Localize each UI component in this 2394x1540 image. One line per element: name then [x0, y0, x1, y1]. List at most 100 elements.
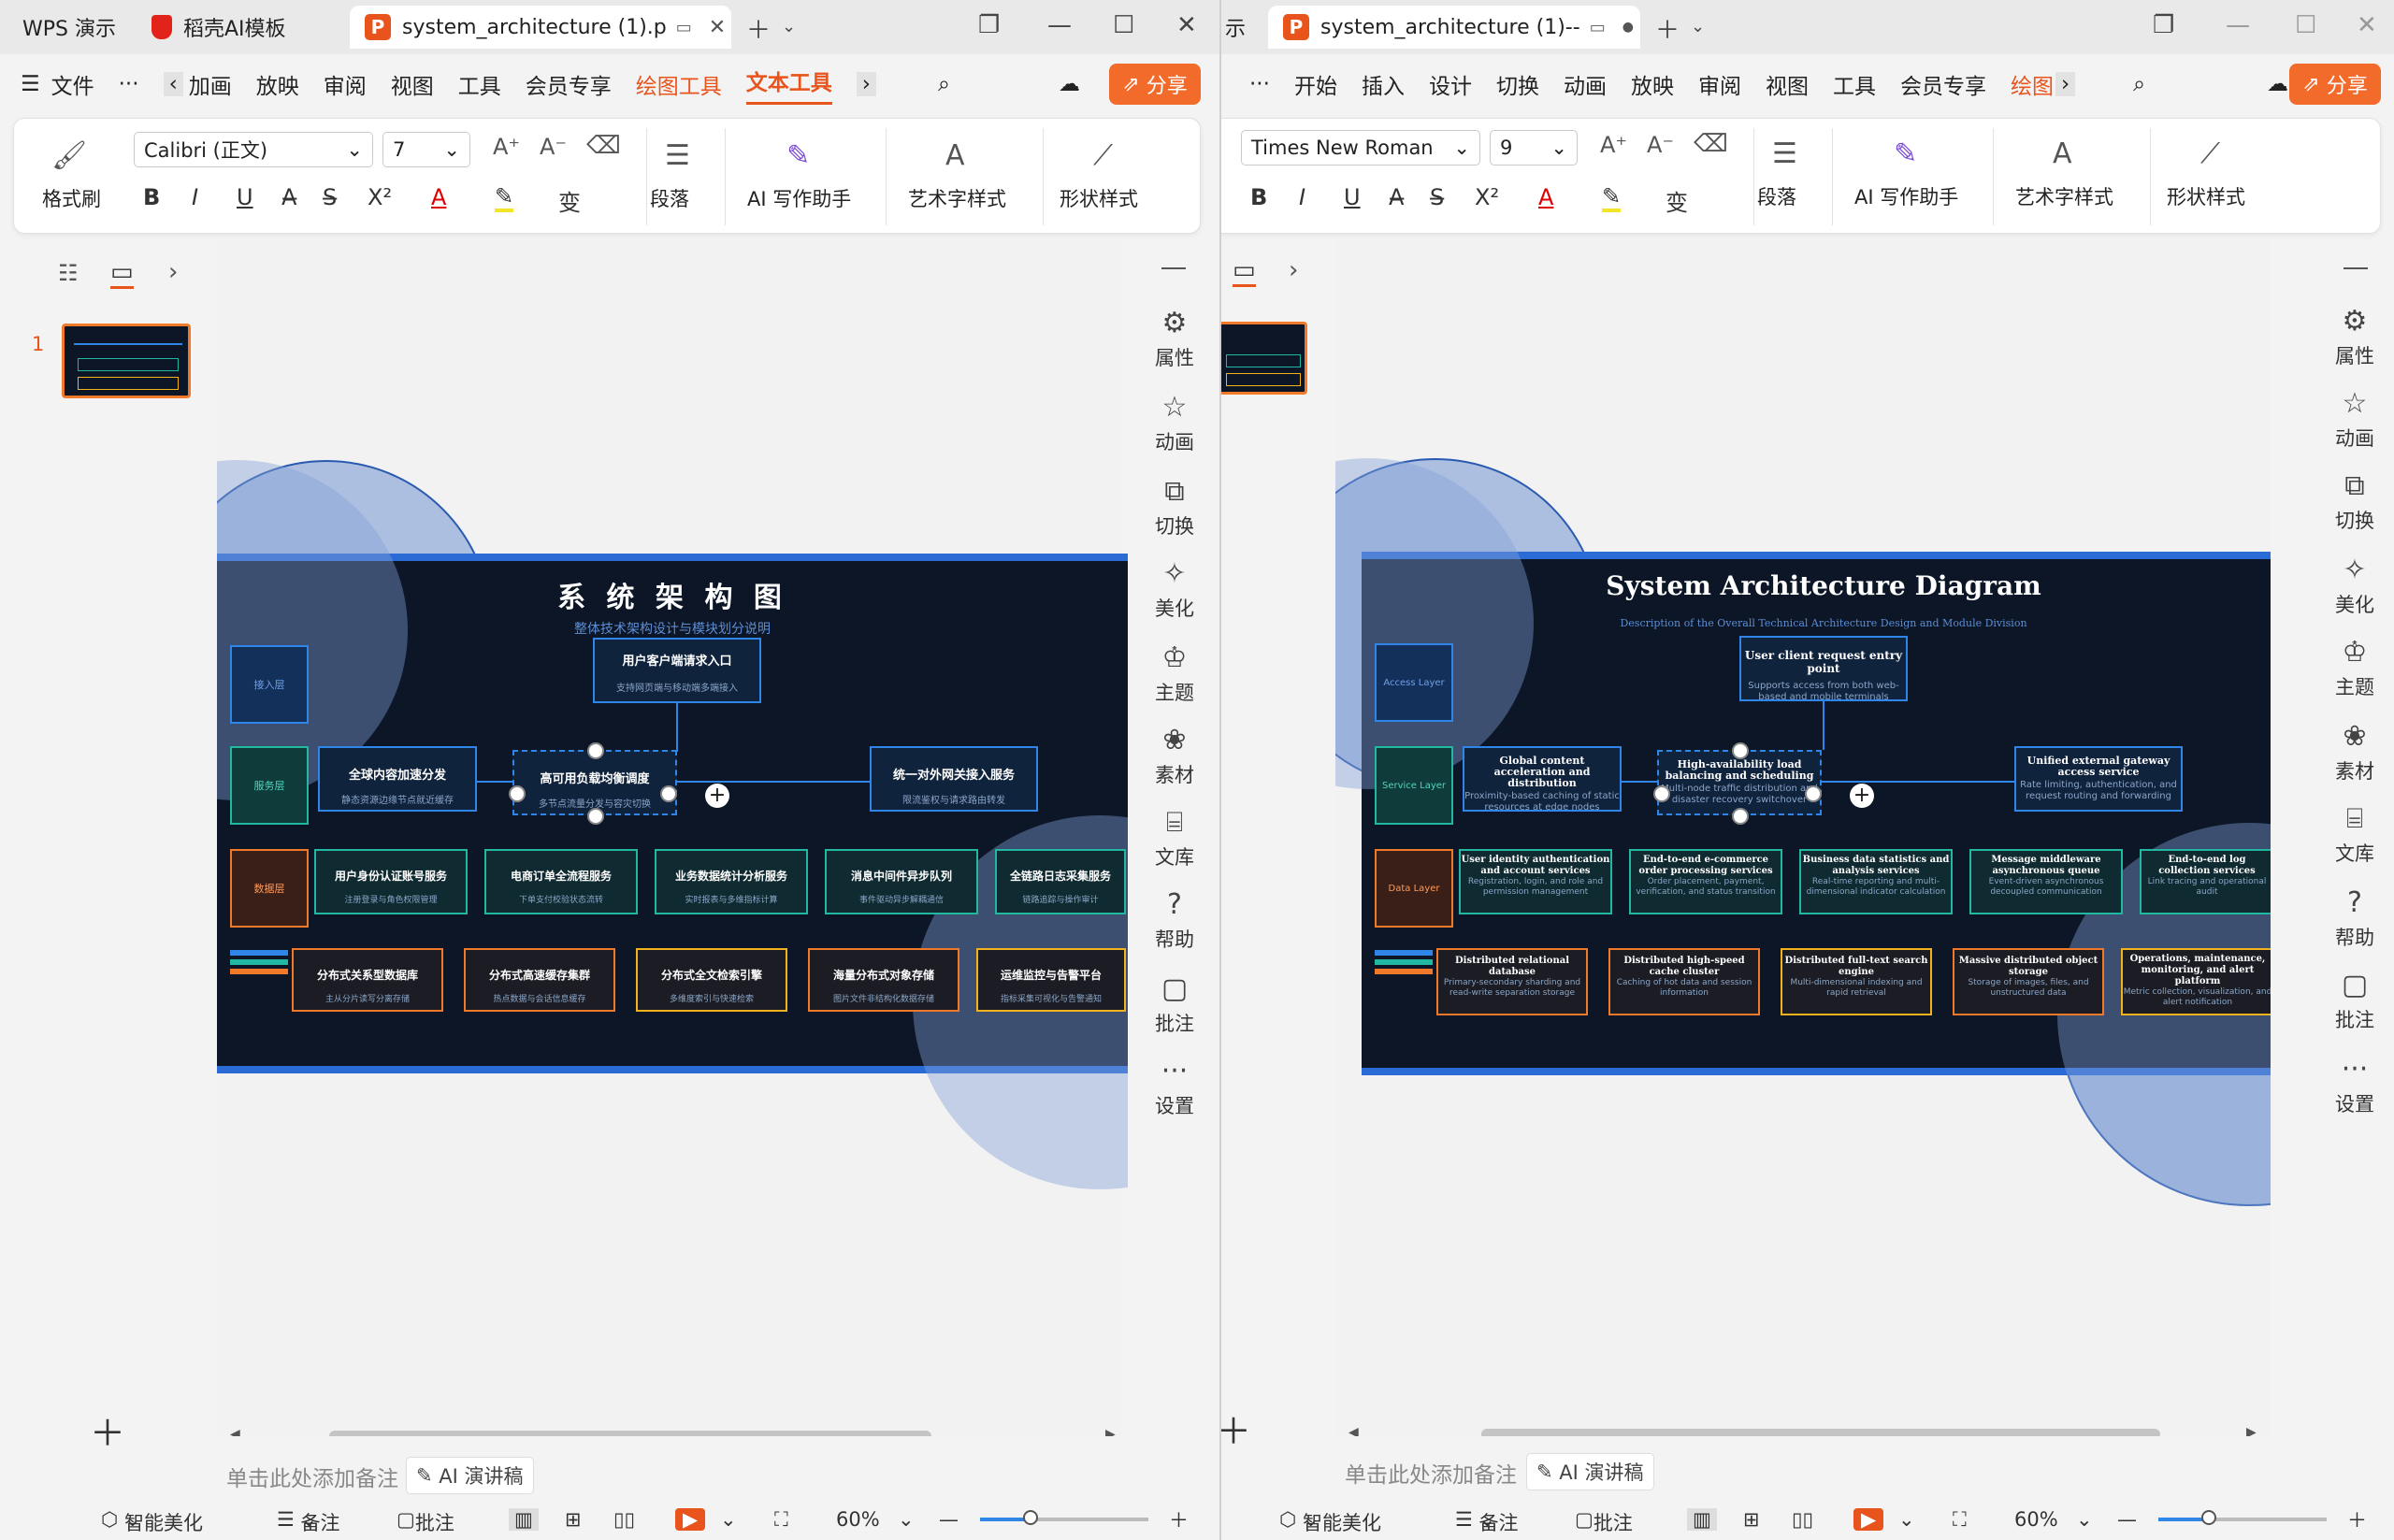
increase-font-icon[interactable]: A⁺ — [493, 134, 520, 160]
tab-list-chevron-icon[interactable]: ⌄ — [782, 17, 796, 36]
node-load-balancer[interactable]: 高可用负载均衡调度 多节点流量分发与容灾切换 — [512, 750, 677, 815]
tab-wps-presentation[interactable]: WPS 演示 — [7, 6, 133, 49]
menu-tools[interactable]: 工具 — [458, 68, 501, 100]
slide-canvas[interactable]: 系 统 架 构 图 整体技术架构设计与模块划分说明 接入层 服务层 数据层 用户… — [217, 460, 1128, 1189]
close-tab-icon[interactable]: ✕ — [709, 16, 726, 39]
expand-pane-icon[interactable]: › — [1289, 256, 1298, 284]
rotate-handle-icon[interactable] — [587, 742, 604, 759]
node-logging[interactable]: 全链路日志采集服务 链路追踪与操作审计 — [995, 849, 1126, 914]
add-shape-icon[interactable]: + — [1850, 784, 1874, 808]
ai-writer-button[interactable]: AI 写作助手 — [747, 184, 851, 212]
shape-style-button[interactable]: 形状样式 — [1060, 184, 1138, 212]
node-cache-cluster[interactable]: Distributed high-speed cache cluster Cac… — [1608, 948, 1760, 1015]
layer-label-data[interactable]: Data Layer — [1375, 849, 1453, 928]
node-monitoring[interactable]: 运维监控与告警平台 指标采集可视化与告警通知 — [976, 948, 1126, 1012]
menu-view[interactable]: 视图 — [1766, 68, 1809, 100]
tool-beautify[interactable]: ✧ 美化 — [1137, 557, 1212, 622]
strikethrough-icon[interactable]: A̶ — [281, 184, 296, 210]
menu-drawing-tools[interactable]: 绘图工具 — [636, 68, 722, 100]
tool-materials[interactable]: ❀ 素材 — [2317, 720, 2392, 784]
highlight-icon[interactable]: ✎ — [495, 184, 514, 212]
more-icon[interactable]: ··· — [1249, 72, 1270, 96]
font-color-icon[interactable]: A — [1538, 184, 1553, 210]
beautify-status-button[interactable]: ⬡ 智能美化 ⌄ — [1279, 1508, 1381, 1534]
clear-format-icon[interactable]: ⌫ — [1694, 130, 1728, 158]
play-slideshow-icon[interactable]: ▶ — [1853, 1508, 1884, 1531]
add-slide-icon[interactable]: ＋ — [90, 1404, 125, 1456]
comments-status-button[interactable]: ▢ 批注 — [1575, 1508, 1633, 1534]
zoom-level[interactable]: 60% — [836, 1508, 880, 1531]
ai-writer-button[interactable]: AI 写作助手 — [1854, 182, 1958, 210]
slide-view-icon[interactable]: ▭ — [110, 258, 134, 289]
more-icon[interactable]: ··· — [119, 72, 139, 96]
share-button[interactable]: ⇗ 分享 — [1109, 64, 1201, 105]
slide-title[interactable]: 系 统 架 构 图 — [217, 574, 1128, 615]
art-text-style-button[interactable]: 艺术字样式 — [908, 184, 1006, 212]
tool-settings[interactable]: ··· 设置 — [1137, 1055, 1212, 1119]
tool-beautify[interactable]: ✧ 美化 — [2317, 554, 2392, 618]
tool-settings[interactable]: ··· 设置 — [2317, 1053, 2392, 1117]
share-button[interactable]: ⇗ 分享 — [2289, 64, 2381, 105]
node-object-storage[interactable]: Massive distributed object storage Stora… — [1953, 948, 2104, 1015]
superscript-icon[interactable]: X² — [368, 184, 392, 210]
tool-comments[interactable]: ▢ 批注 — [1137, 972, 1212, 1037]
menu-text-tools[interactable]: 文本工具 — [745, 65, 832, 105]
tool-animation[interactable]: ☆ 动画 — [1137, 391, 1212, 455]
close-window-icon[interactable]: ✕ — [1176, 11, 1197, 39]
notes-placeholder[interactable]: 单击此处添加备注 — [226, 1461, 398, 1492]
reading-view-icon[interactable]: ▯▯ — [613, 1508, 635, 1531]
node-cdn[interactable]: Global content acceleration and distribu… — [1463, 746, 1622, 812]
font-family-select[interactable]: Times New Roman ⌄ — [1241, 130, 1480, 166]
double-strike-icon[interactable]: S̶ — [323, 184, 337, 210]
layer-label-data[interactable]: 数据层 — [230, 849, 309, 928]
font-family-select[interactable]: Calibri (正文) ⌄ — [134, 132, 373, 167]
italic-icon[interactable]: I — [1299, 184, 1305, 210]
zoom-chevron-icon[interactable]: ⌄ — [898, 1508, 915, 1531]
resize-handle[interactable] — [1732, 808, 1749, 825]
node-relational-db[interactable]: Distributed relational database Primary-… — [1436, 948, 1588, 1015]
zoom-chevron-icon[interactable]: ⌄ — [2076, 1508, 2093, 1531]
slide-title[interactable]: System Architecture Diagram — [1362, 570, 2271, 601]
tool-animation[interactable]: ☆ 动画 — [2317, 387, 2392, 452]
scroll-right-icon[interactable]: › — [856, 72, 876, 96]
tool-transition[interactable]: ⧉ 切换 — [1137, 475, 1212, 540]
outline-view-icon[interactable]: ☷ — [58, 260, 79, 286]
strikethrough-icon[interactable]: A̶ — [1389, 184, 1404, 210]
menu-slideshow[interactable]: 放映 — [1631, 68, 1674, 100]
resize-handle[interactable] — [660, 785, 677, 802]
node-analytics[interactable]: Business data statistics and analysis se… — [1799, 849, 1953, 914]
tool-transition[interactable]: ⧉ 切换 — [2317, 469, 2392, 534]
slide-thumbnail[interactable] — [1221, 322, 1307, 395]
italic-icon[interactable]: I — [192, 184, 198, 210]
paragraph-button[interactable]: 段落 — [650, 184, 689, 212]
maximize-icon[interactable]: ☐ — [2295, 11, 2316, 39]
play-options-chevron-icon[interactable]: ⌄ — [720, 1508, 737, 1531]
format-painter-button[interactable]: 格式刷 — [42, 184, 101, 212]
tool-properties[interactable]: ⚙ 属性 — [1137, 307, 1212, 371]
node-entry[interactable]: User client request entry point Supports… — [1739, 636, 1908, 701]
menu-member[interactable]: 会员专享 — [526, 68, 612, 100]
scroll-left-arrow-icon[interactable]: ◀ — [230, 1427, 240, 1436]
normal-view-icon[interactable]: ▥ — [1687, 1508, 1717, 1531]
ai-writer-icon[interactable]: ✎ — [786, 139, 810, 172]
decrease-font-icon[interactable]: A⁻ — [1647, 132, 1674, 158]
art-text-style-button[interactable]: 艺术字样式 — [2015, 182, 2113, 210]
tool-help[interactable]: ? 帮助 — [1137, 888, 1212, 953]
underline-icon[interactable]: U — [237, 184, 253, 210]
menu-review[interactable]: 审阅 — [324, 68, 367, 100]
new-tab-icon[interactable]: ＋ — [746, 11, 771, 46]
menu-member[interactable]: 会员专享 — [1900, 68, 1986, 100]
phonetic-icon[interactable]: 变 — [558, 184, 581, 217]
tool-library[interactable]: ⌸ 文库 — [1137, 806, 1212, 871]
tab-list-chevron-icon[interactable]: ⌄ — [1691, 17, 1705, 36]
menu-tools[interactable]: 工具 — [1833, 68, 1876, 100]
new-tab-icon[interactable]: ＋ — [1655, 11, 1680, 46]
tab-system-architecture[interactable]: P system_architecture (1)-- ▭ ● — [1268, 6, 1640, 49]
tool-materials[interactable]: ❀ 素材 — [1137, 724, 1212, 788]
zoom-level[interactable]: 60% — [2014, 1508, 2058, 1531]
paragraph-icon[interactable]: ☰ — [1772, 137, 1797, 170]
layer-label-access[interactable]: Access Layer — [1375, 643, 1453, 722]
scroll-left-arrow-icon[interactable]: ◀ — [1348, 1425, 1359, 1436]
node-gateway[interactable]: Unified external gateway access service … — [2014, 746, 2183, 812]
decrease-font-icon[interactable]: A⁻ — [540, 134, 567, 160]
